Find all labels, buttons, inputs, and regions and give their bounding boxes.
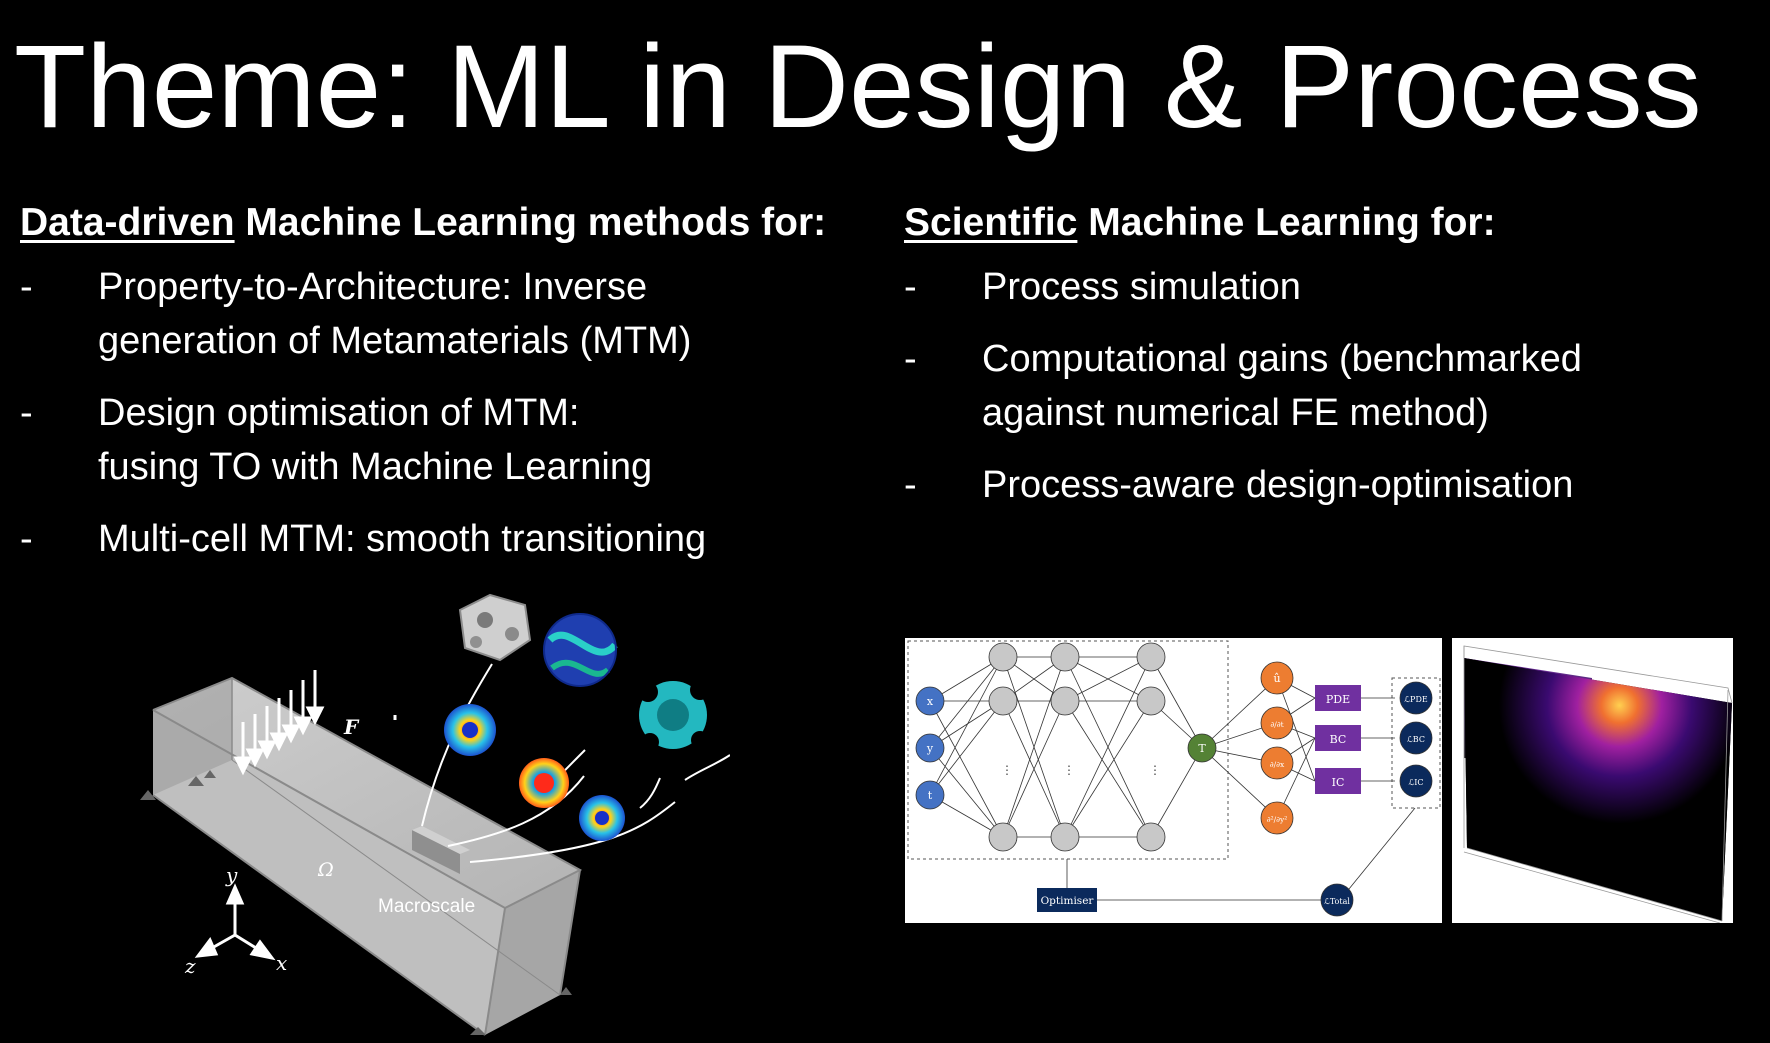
bullet-dash: - bbox=[904, 266, 917, 308]
left-column: Data-driven Machine Learning methods for… bbox=[20, 196, 870, 584]
right-heading-rest: Machine Learning for: bbox=[1077, 201, 1496, 244]
ic-label: IC bbox=[1332, 776, 1345, 789]
input-node-y-label: y bbox=[926, 742, 934, 755]
bullet-text-line1: Process-aware design-optimisation bbox=[982, 464, 1574, 506]
derivative-node-2-label: ∂/∂t bbox=[1270, 720, 1283, 729]
bullet-text-line1: Process simulation bbox=[982, 266, 1301, 308]
bullet-dash: - bbox=[20, 518, 33, 560]
slide-title: Theme: ML in Design & Process bbox=[14, 21, 1702, 153]
pde-label: PDE bbox=[1326, 693, 1350, 706]
heatmap-svg bbox=[1463, 645, 1733, 924]
hidden-node-2-1 bbox=[1050, 642, 1080, 672]
loss-node-2-label: ℒBC bbox=[1407, 735, 1425, 744]
cyan-unit-cell-icon bbox=[638, 680, 710, 751]
loss-node-1-label: ℒPDE bbox=[1404, 695, 1428, 704]
bullet-text-line2: against numerical FE method) bbox=[982, 392, 1489, 434]
domain-label: Ω bbox=[317, 859, 334, 881]
bullet-dash: - bbox=[904, 464, 917, 506]
hidden-node-3-1 bbox=[1136, 642, 1166, 672]
ellipsis-3: ⋮ bbox=[1149, 763, 1161, 777]
input-node-x-label: x bbox=[927, 695, 934, 708]
force-label: F bbox=[343, 715, 360, 739]
pinn-svg: xytTû∂/∂t∂/∂x∂²/∂y²ℒPDEℒBCℒICℒTotal PDE … bbox=[907, 640, 1441, 917]
left-bullet-3: - Multi-cell MTM: smooth transitioning bbox=[20, 512, 870, 566]
bullet-text-line1: Property-to-Architecture: Inverse bbox=[98, 266, 648, 308]
derivative-node-4-label: ∂²/∂y² bbox=[1267, 815, 1288, 824]
left-bullet-2: - Design optimisation of MTM: fusing TO … bbox=[20, 386, 870, 494]
stress-field-icon-3 bbox=[579, 795, 625, 841]
bullet-dash: - bbox=[904, 338, 917, 380]
output-node-label: T bbox=[1198, 742, 1206, 755]
pinn-architecture-figure: x y t Tû ∂/∂t ∂/∂x ∂²/∂y² ℒPDE ℒBC ℒIC ℒTotal PDE … bbox=[905, 638, 1442, 923]
left-bullet-1: - Property-to-Architecture: Inverse gene… bbox=[20, 260, 870, 368]
axis-x-label: x bbox=[276, 951, 287, 975]
left-heading-rest: Machine Learning methods for: bbox=[234, 201, 827, 244]
total-loss-node-label: ℒTotal bbox=[1324, 897, 1350, 906]
hidden-node-1-1 bbox=[988, 642, 1018, 672]
beam-shape bbox=[140, 676, 583, 1036]
axes-icon bbox=[194, 883, 276, 961]
hidden-node-1-3 bbox=[988, 822, 1018, 852]
loss-node-3-label: ℒIC bbox=[1408, 778, 1423, 787]
input-node-t-label: t bbox=[928, 789, 933, 802]
bullet-dash: - bbox=[20, 266, 33, 308]
optimiser-label: Optimiser bbox=[1041, 895, 1095, 907]
stress-field-icon-2 bbox=[519, 758, 569, 808]
hidden-node-2-3 bbox=[1050, 822, 1080, 852]
bc-label: BC bbox=[1330, 733, 1347, 746]
beam-metamaterial-figure: F Ω Macroscale y z x bbox=[140, 590, 731, 1038]
temperature-field-figure bbox=[1452, 638, 1733, 924]
axis-y-label: y bbox=[225, 863, 238, 887]
derivative-node-1-label: û bbox=[1273, 672, 1280, 685]
bullet-text-line1: Design optimisation of MTM: bbox=[98, 392, 580, 434]
hidden-node-2-2 bbox=[1050, 686, 1080, 716]
bullet-text-line2: generation of Metamaterials (MTM) bbox=[98, 320, 692, 362]
right-bullet-1: - Process simulation bbox=[904, 260, 1724, 314]
right-heading: Scientific Machine Learning for: bbox=[904, 196, 1724, 250]
bullet-text-line2: fusing TO with Machine Learning bbox=[98, 446, 653, 488]
right-bullet-2: - Computational gains (benchmarked again… bbox=[904, 332, 1724, 440]
hidden-node-1-2 bbox=[988, 686, 1018, 716]
right-column: Scientific Machine Learning for: - Proce… bbox=[904, 196, 1724, 530]
axis-z-label: z bbox=[184, 954, 196, 978]
ellipsis-1: ⋮ bbox=[1001, 763, 1013, 777]
ellipsis-2: ⋮ bbox=[1063, 763, 1075, 777]
right-bullet-3: - Process-aware design-optimisation bbox=[904, 458, 1724, 512]
cube-unit-cell-icon bbox=[458, 593, 532, 662]
beam-figure-svg: F Ω Macroscale y z x bbox=[140, 593, 731, 1036]
bullet-text-line1: Computational gains (benchmarked bbox=[982, 338, 1582, 380]
bullet-dash: - bbox=[20, 392, 33, 434]
right-heading-underlined: Scientific bbox=[904, 201, 1078, 244]
bullet-text-line1: Multi-cell MTM: smooth transitioning bbox=[98, 518, 707, 560]
hidden-node-3-2 bbox=[1136, 686, 1166, 716]
stress-field-icon-1 bbox=[444, 704, 496, 756]
macroscale-label: Macroscale bbox=[378, 896, 475, 917]
left-heading: Data-driven Machine Learning methods for… bbox=[20, 196, 870, 250]
hidden-node-3-3 bbox=[1136, 822, 1166, 852]
derivative-node-3-label: ∂/∂x bbox=[1270, 760, 1285, 769]
gyroid-unit-cell-icon bbox=[543, 613, 618, 687]
left-heading-underlined: Data-driven bbox=[20, 201, 235, 244]
